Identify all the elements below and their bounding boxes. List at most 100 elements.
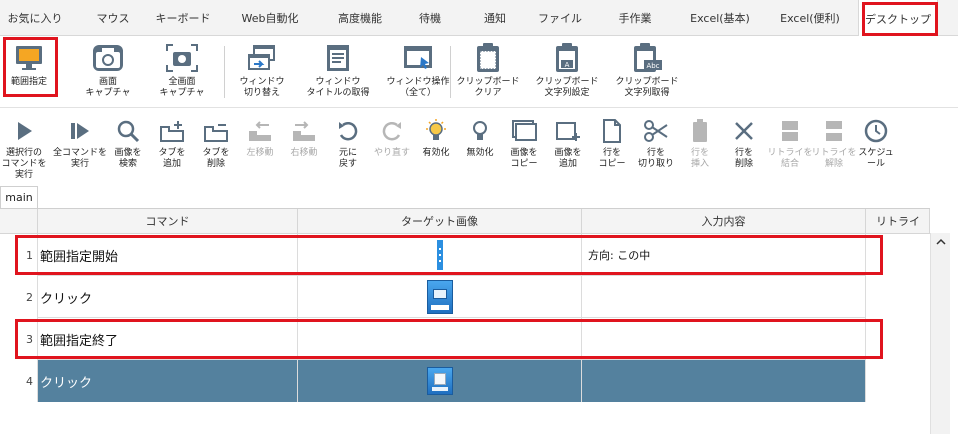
toolbar-label: 行を 挿入: [690, 148, 709, 169]
input-cell[interactable]: 方向: この中: [582, 234, 866, 276]
screen-capture-button[interactable]: 画面 キャプチャ: [78, 40, 138, 104]
tab-label: ファイル: [538, 12, 582, 25]
region-select-button[interactable]: 範囲指定: [4, 40, 54, 104]
delete-tab-button[interactable]: タブを 削除: [194, 116, 238, 184]
command-cell[interactable]: 範囲指定終了: [38, 318, 298, 360]
clipboard-set-button[interactable]: A クリップボード 文字列設定: [530, 40, 604, 104]
vertical-scrollbar[interactable]: [930, 233, 950, 434]
ribbon-separator: [224, 46, 225, 98]
ribbon-label: 範囲指定: [10, 77, 47, 87]
ribbon-label: クリップボード 文字列設定: [535, 77, 599, 98]
window-title-button[interactable]: ウィンドウ タイトルの取得: [300, 40, 376, 104]
category-tab-bar: お気に入り マウス キーボード Web自動化 高度機能 待機 通知 ファイル 手…: [0, 0, 958, 37]
undo-button[interactable]: 元に 戻す: [326, 116, 370, 184]
clipboard-clear-button[interactable]: クリップボード クリア: [456, 40, 520, 104]
tab-mouse[interactable]: マウス: [78, 0, 148, 36]
insert-row-button[interactable]: 行を 挿入: [678, 116, 722, 184]
enable-button[interactable]: 有効化: [414, 116, 458, 184]
tab-notify[interactable]: 通知: [470, 0, 520, 36]
tab-web-automation[interactable]: Web自動化: [230, 0, 310, 36]
window-operation-button[interactable]: ウィンドウ操作 （全て）: [378, 40, 458, 104]
tab-favorites[interactable]: お気に入り: [0, 0, 70, 36]
command-column-header[interactable]: コマンド: [38, 209, 298, 234]
sheet-tab-label: main: [5, 191, 33, 204]
scroll-up-button[interactable]: [931, 233, 951, 251]
table-row[interactable]: 4 クリック: [0, 360, 866, 402]
delete-row-button[interactable]: 行を 削除: [722, 116, 766, 184]
release-retry-button[interactable]: リトライを 解除: [810, 116, 858, 184]
ribbon-label: クリップボード 文字列取得: [615, 77, 679, 98]
move-left-icon: [245, 116, 275, 146]
target-column-header[interactable]: ターゲット画像: [298, 209, 582, 234]
toolbar-label: 全コマンドを 実行: [52, 148, 107, 169]
redo-button[interactable]: やり直す: [370, 116, 414, 184]
merge-retry-button[interactable]: リトライを 結合: [766, 116, 814, 184]
ribbon: 範囲指定 画面 キャプチャ 全画面 キャプチャ ウィンドウ 切り替え ウィンドウ…: [0, 36, 958, 108]
window-switch-button[interactable]: ウィンドウ 切り替え: [232, 40, 292, 104]
play-all-icon: [65, 116, 95, 146]
run-selected-button[interactable]: 選択行の コマンドを実行: [0, 116, 48, 184]
ribbon-label: ウィンドウ 切り替え: [239, 77, 285, 98]
header-label: 入力内容: [701, 215, 746, 228]
toolbar-label: タブを 追加: [158, 148, 186, 169]
tab-file[interactable]: ファイル: [525, 0, 595, 36]
add-image-button[interactable]: 画像を 追加: [546, 116, 590, 184]
ribbon-label: ウィンドウ タイトルの取得: [306, 77, 370, 98]
move-right-button[interactable]: 右移動: [282, 116, 326, 184]
monitor-select-icon: [11, 40, 47, 76]
tab-excel-util[interactable]: Excel(便利): [770, 0, 850, 36]
table-row[interactable]: 2 クリック: [0, 276, 866, 318]
tab-wait[interactable]: 待機: [405, 0, 455, 36]
target-image-cell[interactable]: [298, 318, 582, 360]
toolbar-label: タブを 削除: [202, 148, 230, 169]
toolbar-label: やり直す: [373, 148, 410, 158]
tab-label: マウス: [96, 12, 130, 25]
add-tab-button[interactable]: タブを 追加: [150, 116, 194, 184]
tab-manual[interactable]: 手作業: [605, 0, 665, 36]
input-cell[interactable]: [582, 360, 866, 402]
tab-label: 高度機能: [338, 12, 382, 25]
input-cell[interactable]: [582, 318, 866, 360]
target-image-cell[interactable]: [298, 234, 582, 276]
table-row[interactable]: 1 範囲指定開始 方向: この中: [0, 234, 866, 276]
disable-button[interactable]: 無効化: [458, 116, 502, 184]
tab-label: 通知: [484, 12, 506, 25]
toolbar-label: 行を コピー: [598, 148, 626, 169]
table-row[interactable]: 3 範囲指定終了: [0, 318, 866, 360]
copy-image-button[interactable]: 画像を コピー: [502, 116, 546, 184]
svg-text:Abc: Abc: [646, 62, 659, 70]
command-cell[interactable]: 範囲指定開始: [38, 234, 298, 276]
clipboard-get-button[interactable]: Abc クリップボード 文字列取得: [610, 40, 684, 104]
copy-row-button[interactable]: 行を コピー: [590, 116, 634, 184]
toolbar-label: 左移動: [246, 148, 274, 158]
sheet-tab-main[interactable]: main: [0, 186, 38, 208]
cut-row-button[interactable]: 行を 切り取り: [634, 116, 678, 184]
desktop-thumbnail-icon: [426, 280, 453, 314]
tab-add-icon: [157, 116, 187, 146]
search-image-button[interactable]: 画像を 検索: [106, 116, 150, 184]
magnifier-icon: [113, 116, 143, 146]
command-cell[interactable]: クリック: [38, 360, 298, 402]
input-cell[interactable]: [582, 276, 866, 318]
retry-column-header[interactable]: リトライ: [866, 209, 930, 234]
run-all-button[interactable]: 全コマンドを 実行: [52, 116, 108, 184]
command-cell[interactable]: クリック: [38, 276, 298, 318]
toolbar-label: 右移動: [290, 148, 318, 158]
tab-excel-basic[interactable]: Excel(基本): [680, 0, 760, 36]
retry-split-icon: [819, 116, 849, 146]
fullscreen-capture-button[interactable]: 全画面 キャプチャ: [152, 40, 212, 104]
input-column-header[interactable]: 入力内容: [582, 209, 866, 234]
move-left-button[interactable]: 左移動: [238, 116, 282, 184]
target-image-cell[interactable]: [298, 276, 582, 318]
toolbar-label: 選択行の コマンドを実行: [1, 148, 47, 180]
tab-label: 待機: [419, 12, 441, 25]
window-operation-icon: [400, 40, 436, 76]
window-switch-icon: [244, 40, 280, 76]
tab-delete-icon: [201, 116, 231, 146]
bulb-on-icon: [421, 116, 451, 146]
tab-keyboard[interactable]: キーボード: [148, 0, 218, 36]
tab-desktop[interactable]: デスクトップ: [858, 0, 938, 37]
tab-advanced[interactable]: 高度機能: [325, 0, 395, 36]
schedule-button[interactable]: スケジュール: [854, 116, 898, 184]
target-image-cell[interactable]: [298, 360, 582, 402]
